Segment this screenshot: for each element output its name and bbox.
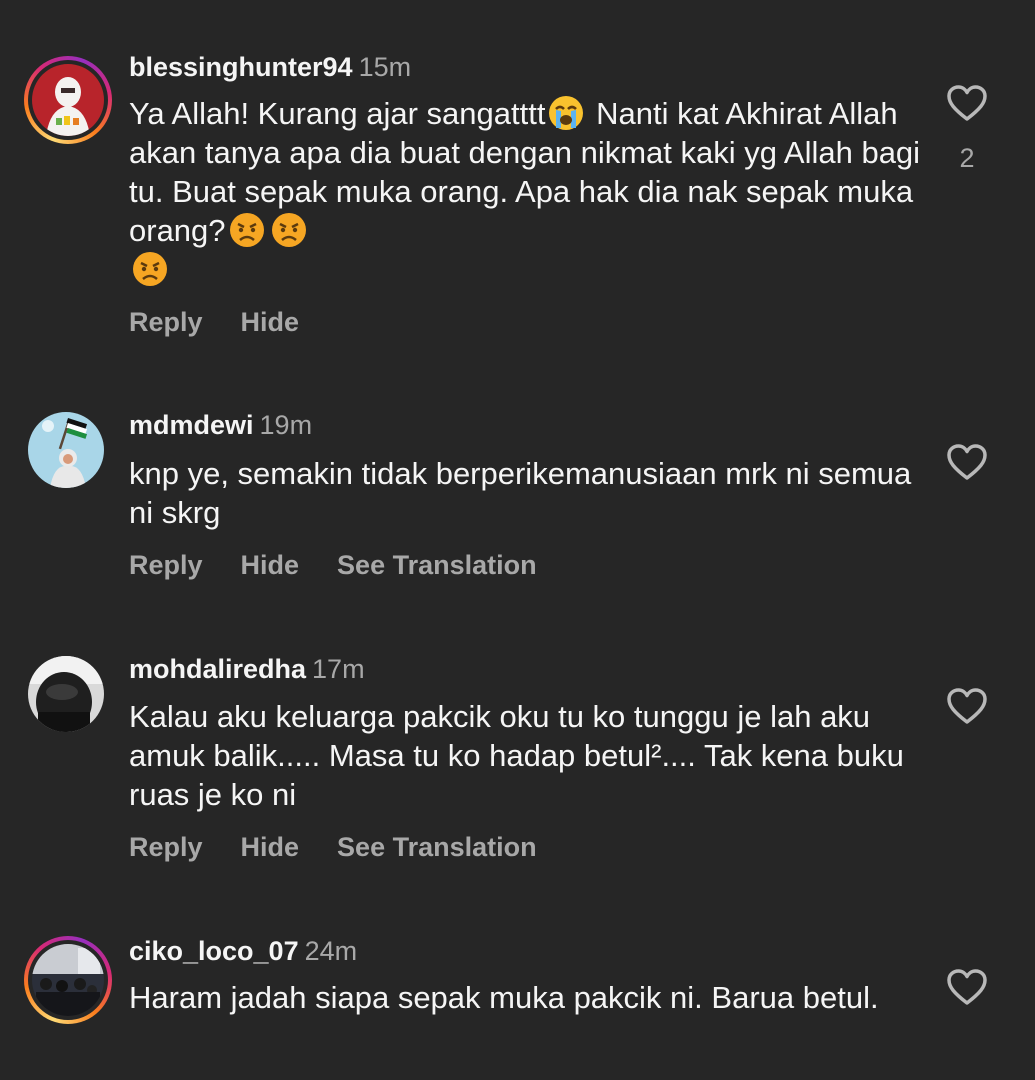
comment-header: mohdaliredha 17m <box>129 653 365 685</box>
comment-actions: Reply Hide See Translation <box>129 550 575 581</box>
angry-face-emoji <box>229 213 264 247</box>
comment-actions: Reply Hide See Translation <box>129 832 575 863</box>
comment-text: knp ye, semakin tidak berperikemanusiaan… <box>129 456 912 530</box>
angry-face-emoji <box>133 252 167 286</box>
comment-text: Ya Allah! Kurang ajar sangatttt Nanti ka… <box>129 94 929 289</box>
hide-button[interactable]: Hide <box>241 307 300 337</box>
avatar-wrapper[interactable] <box>24 656 112 744</box>
heart-outline-icon[interactable] <box>946 968 988 1006</box>
like-count: 2 <box>959 143 975 173</box>
comment-item: blessinghunter94 15m Ya Allah! Kurang aja… <box>0 0 1035 360</box>
comment-time: 19m <box>259 410 313 440</box>
comment-text: Haram jadah siapa sepak muka pakcik ni. … <box>129 980 879 1015</box>
comment-text: Kalau aku keluarga pakcik oku tu ko tung… <box>129 699 904 812</box>
heart-outline-icon[interactable] <box>946 687 988 725</box>
username[interactable]: ciko_loco_07 <box>129 936 299 966</box>
hide-button[interactable]: Hide <box>241 550 300 580</box>
comment-time: 15m <box>358 52 412 82</box>
comment-header: ciko_loco_07 24m <box>129 935 357 967</box>
reply-button[interactable]: Reply <box>129 832 203 862</box>
comment-time: 17m <box>312 654 365 684</box>
username[interactable]: blessinghunter94 <box>129 52 353 82</box>
avatar <box>28 412 104 488</box>
avatar-story-ring[interactable] <box>24 56 112 144</box>
angry-face-emoji <box>271 213 306 247</box>
comment-actions: Reply Hide <box>129 307 337 338</box>
reply-button[interactable]: Reply <box>129 550 203 580</box>
username[interactable]: mdmdewi <box>129 410 254 440</box>
avatar <box>28 656 104 732</box>
comment-header: blessinghunter94 15m <box>129 51 411 83</box>
comment-header: mdmdewi 19m <box>129 409 312 441</box>
avatar-wrapper[interactable] <box>24 412 112 500</box>
avatar <box>32 944 104 1016</box>
hide-button[interactable]: Hide <box>241 832 300 862</box>
comment-time: 24m <box>304 936 358 966</box>
heart-outline-icon[interactable] <box>946 84 988 122</box>
heart-outline-icon[interactable] <box>946 443 988 481</box>
see-translation-button[interactable]: See Translation <box>337 832 537 862</box>
comment-item: mohdaliredha 17m Kalau aku keluarga pakci… <box>0 630 1035 910</box>
username[interactable]: mohdaliredha <box>129 654 306 684</box>
reply-button[interactable]: Reply <box>129 307 203 337</box>
avatar <box>32 64 104 136</box>
comment-item: ciko_loco_07 24m Haram jadah siapa sepak … <box>0 920 1035 1080</box>
see-translation-button[interactable]: See Translation <box>337 550 537 580</box>
avatar-story-ring[interactable] <box>24 936 112 1024</box>
comment-item: mdmdewi 19m knp ye, semakin tidak berperi… <box>0 380 1035 620</box>
loudly-crying-face-emoji <box>549 96 584 130</box>
